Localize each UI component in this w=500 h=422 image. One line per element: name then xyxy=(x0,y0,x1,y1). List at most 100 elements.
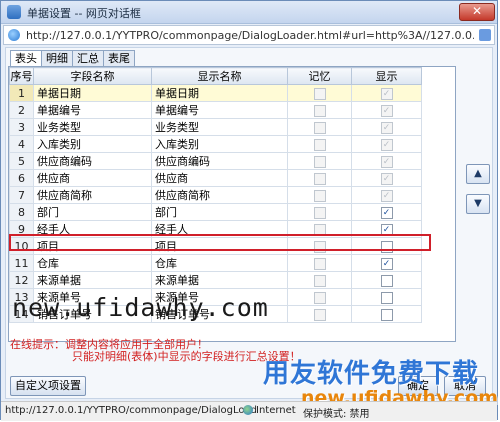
table-row[interactable]: 1 单据日期 单据日期 ✓ xyxy=(9,84,422,102)
move-up-button[interactable]: ▲ xyxy=(466,164,490,184)
status-zone: Internet xyxy=(243,405,296,416)
show-checkbox[interactable] xyxy=(380,308,393,321)
row-number: 2 xyxy=(9,101,34,119)
table-row[interactable]: 2 单据编号 单据编号 ✓ xyxy=(9,101,422,119)
table-row[interactable]: 9 经手人 经手人 ✓ xyxy=(9,220,422,238)
field-name-cell: 业务类型 xyxy=(33,118,152,136)
display-name-cell: 部门 xyxy=(151,203,288,221)
display-name-cell: 供应商 xyxy=(151,169,288,187)
field-name-cell: 部门 xyxy=(33,203,152,221)
col-header-no: 序号 xyxy=(9,67,34,85)
memory-checkbox[interactable] xyxy=(313,274,326,287)
row-number: 12 xyxy=(9,271,34,289)
memory-cell xyxy=(287,152,352,170)
memory-checkbox[interactable] xyxy=(313,121,326,134)
table-header-row: 序号 字段名称 显示名称 记忆 显示 xyxy=(9,67,422,85)
row-number: 4 xyxy=(9,135,34,153)
table-row[interactable]: 8 部门 部门 ✓ xyxy=(9,203,422,221)
memory-checkbox[interactable] xyxy=(313,155,326,168)
field-name-cell: 项目 xyxy=(33,237,152,255)
table-row[interactable]: 6 供应商 供应商 ✓ xyxy=(9,169,422,187)
memory-cell xyxy=(287,101,352,119)
show-checkbox[interactable] xyxy=(380,274,393,287)
app-icon xyxy=(7,5,21,19)
dialog-window: 单据设置 -- 网页对话框 ✕ http://127.0.0.1/YYTPRO/… xyxy=(0,0,498,421)
display-name-cell: 单据编号 xyxy=(151,101,288,119)
memory-checkbox[interactable] xyxy=(313,223,326,236)
memory-checkbox[interactable] xyxy=(313,308,326,321)
col-header-memory: 记忆 xyxy=(287,67,352,85)
show-checkbox[interactable]: ✓ xyxy=(380,206,393,219)
show-cell xyxy=(351,271,422,289)
show-checkbox[interactable]: ✓ xyxy=(380,138,393,151)
memory-cell xyxy=(287,305,352,323)
table-row[interactable]: 10 项目 项目 xyxy=(9,237,422,255)
memory-cell xyxy=(287,288,352,306)
show-cell: ✓ xyxy=(351,152,422,170)
memory-cell xyxy=(287,169,352,187)
row-number: 8 xyxy=(9,203,34,221)
table-row[interactable]: 7 供应商简称 供应商简称 ✓ xyxy=(9,186,422,204)
memory-cell xyxy=(287,84,352,102)
display-name-cell: 仓库 xyxy=(151,254,288,272)
memory-checkbox[interactable] xyxy=(313,87,326,100)
show-cell: ✓ xyxy=(351,101,422,119)
memory-cell xyxy=(287,186,352,204)
show-checkbox[interactable]: ✓ xyxy=(380,104,393,117)
display-name-cell: 来源单据 xyxy=(151,271,288,289)
show-checkbox[interactable]: ✓ xyxy=(380,189,393,202)
show-checkbox[interactable]: ✓ xyxy=(380,155,393,168)
watermark-url: new.ufidawhy.com xyxy=(12,293,269,322)
memory-checkbox[interactable] xyxy=(313,291,326,304)
address-bar[interactable]: http://127.0.0.1/YYTPRO/commonpage/Dialo… xyxy=(3,25,495,45)
memory-checkbox[interactable] xyxy=(313,172,326,185)
field-name-cell: 供应商简称 xyxy=(33,186,152,204)
show-checkbox[interactable]: ✓ xyxy=(380,121,393,134)
memory-cell xyxy=(287,118,352,136)
page-icon xyxy=(8,29,20,41)
table-row[interactable]: 4 入库类别 入库类别 ✓ xyxy=(9,135,422,153)
watermark-brand: 用友软件免费下载 xyxy=(263,359,480,389)
address-url: http://127.0.0.1/YYTPRO/commonpage/Dialo… xyxy=(26,29,474,42)
close-button[interactable]: ✕ xyxy=(459,3,495,21)
show-checkbox[interactable]: ✓ xyxy=(380,87,393,100)
memory-checkbox[interactable] xyxy=(313,206,326,219)
row-number: 11 xyxy=(9,254,34,272)
col-header-field: 字段名称 xyxy=(33,67,152,85)
memory-checkbox[interactable] xyxy=(313,189,326,202)
table-row[interactable]: 3 业务类型 业务类型 ✓ xyxy=(9,118,422,136)
memory-checkbox[interactable] xyxy=(313,257,326,270)
table-row[interactable]: 5 供应商编码 供应商编码 ✓ xyxy=(9,152,422,170)
show-checkbox[interactable]: ✓ xyxy=(380,172,393,185)
display-name-cell: 供应商编码 xyxy=(151,152,288,170)
memory-cell xyxy=(287,220,352,238)
tab-header[interactable]: 表头 xyxy=(10,50,42,67)
tab-summary[interactable]: 汇总 xyxy=(72,50,104,66)
display-name-cell: 项目 xyxy=(151,237,288,255)
move-down-button[interactable]: ▼ xyxy=(466,194,490,214)
row-number: 6 xyxy=(9,169,34,187)
display-name-cell: 单据日期 xyxy=(151,84,288,102)
tab-footer[interactable]: 表尾 xyxy=(103,50,135,66)
memory-checkbox[interactable] xyxy=(313,138,326,151)
show-cell: ✓ xyxy=(351,169,422,187)
show-checkbox[interactable]: ✓ xyxy=(380,223,393,236)
col-header-display: 显示名称 xyxy=(151,67,288,85)
memory-checkbox[interactable] xyxy=(313,104,326,117)
show-checkbox[interactable]: ✓ xyxy=(380,257,393,270)
display-name-cell: 入库类别 xyxy=(151,135,288,153)
status-zone-label: Internet xyxy=(256,405,296,416)
field-name-cell: 仓库 xyxy=(33,254,152,272)
globe-icon xyxy=(243,405,253,415)
row-number: 9 xyxy=(9,220,34,238)
show-checkbox[interactable] xyxy=(380,291,393,304)
tab-detail[interactable]: 明细 xyxy=(41,50,73,66)
custom-fields-button[interactable]: 自定义项设置 xyxy=(10,376,86,396)
show-cell: ✓ xyxy=(351,135,422,153)
site-icon xyxy=(479,29,491,41)
memory-checkbox[interactable] xyxy=(313,240,326,253)
table-row[interactable]: 12 来源单据 来源单据 xyxy=(9,271,422,289)
table-row[interactable]: 11 仓库 仓库 ✓ xyxy=(9,254,422,272)
show-checkbox[interactable] xyxy=(380,240,393,253)
row-number: 5 xyxy=(9,152,34,170)
